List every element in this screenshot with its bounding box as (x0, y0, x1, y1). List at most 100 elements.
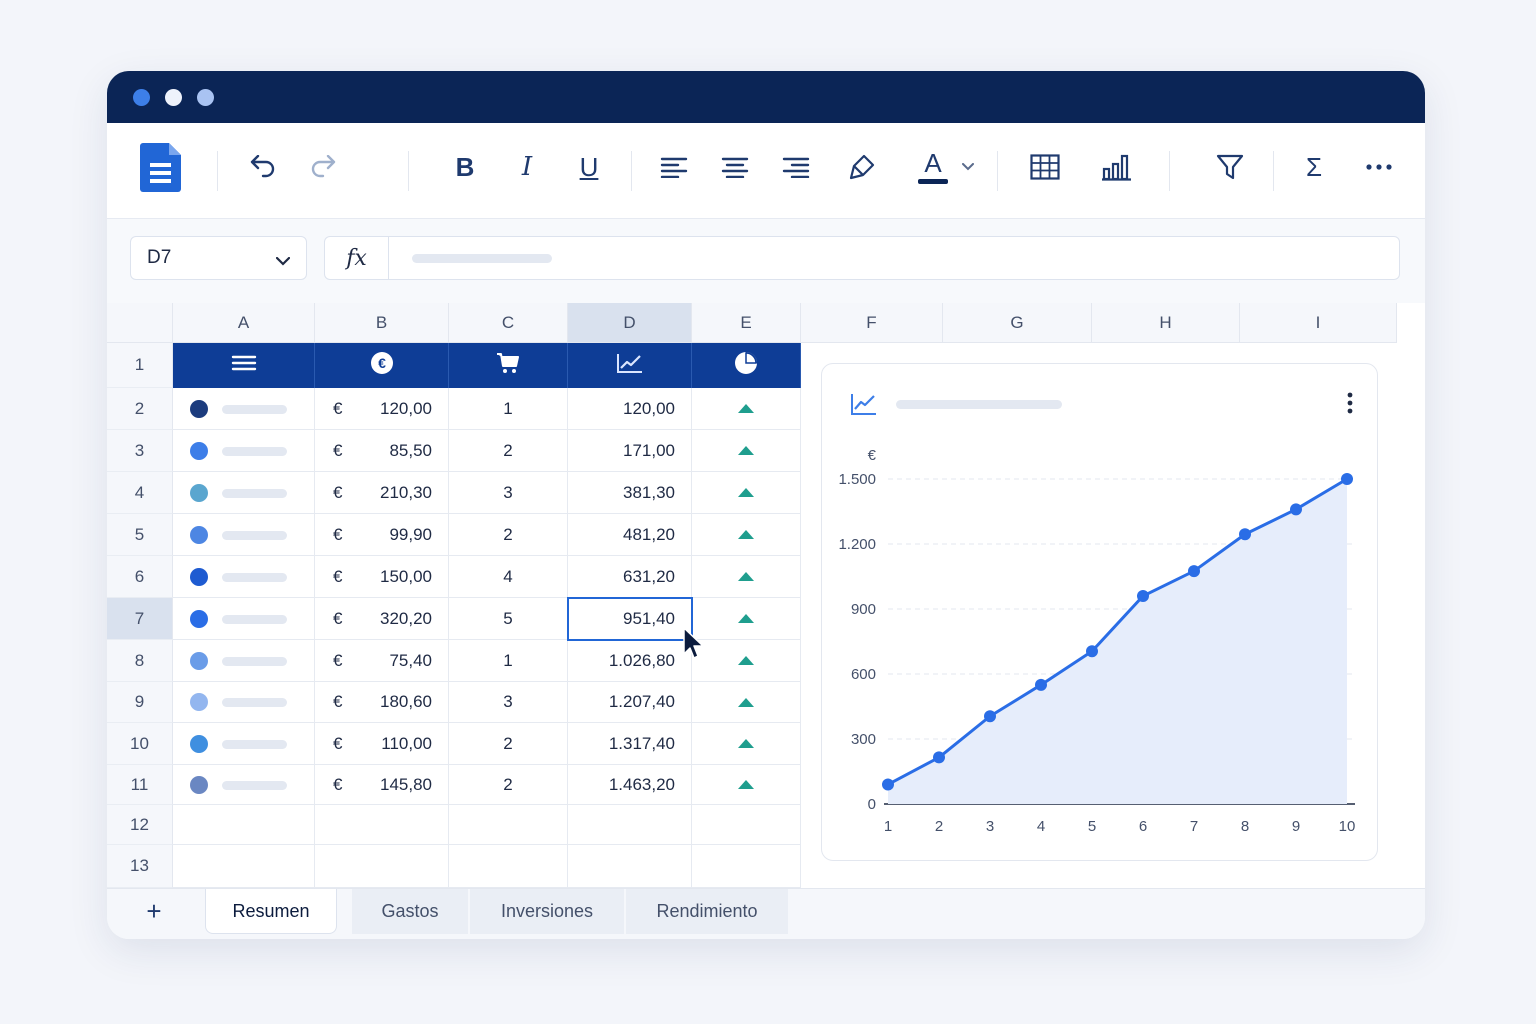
column-header-c[interactable]: C (449, 303, 568, 343)
table-cell-name[interactable] (173, 388, 315, 430)
table-cell-qty[interactable]: 5 (449, 598, 568, 640)
table-cell-price[interactable]: €75,40 (315, 640, 449, 682)
formula-input[interactable]: fx (324, 236, 1400, 280)
undo-icon[interactable] (241, 145, 285, 189)
table-cell-name[interactable] (173, 723, 315, 765)
table-icon[interactable] (1023, 145, 1067, 189)
table-cell-trend[interactable] (692, 430, 801, 472)
table-cell-price[interactable]: €320,20 (315, 598, 449, 640)
add-sheet-button[interactable]: + (141, 896, 167, 926)
header-cell-d[interactable] (568, 343, 692, 388)
table-cell-qty[interactable]: 1 (449, 388, 568, 430)
header-cell-c[interactable] (449, 343, 568, 388)
empty-cell[interactable] (692, 845, 801, 888)
column-header-h[interactable]: H (1092, 303, 1240, 343)
name-box[interactable]: D7 (130, 236, 307, 280)
row-header-1[interactable]: 1 (107, 343, 173, 388)
column-header-g[interactable]: G (943, 303, 1092, 343)
empty-cell[interactable] (315, 845, 449, 888)
column-header-a[interactable]: A (173, 303, 315, 343)
italic-button[interactable]: I (505, 145, 549, 189)
table-cell-trend[interactable] (692, 682, 801, 723)
table-cell-qty[interactable]: 2 (449, 765, 568, 805)
chart-icon[interactable] (1095, 145, 1139, 189)
column-header-e[interactable]: E (692, 303, 801, 343)
empty-cell[interactable] (692, 805, 801, 845)
header-cell-b[interactable]: € (315, 343, 449, 388)
align-left-icon[interactable] (652, 145, 696, 189)
table-cell-trend[interactable] (692, 640, 801, 682)
column-header-d[interactable]: D (568, 303, 692, 343)
table-cell-total[interactable]: 120,00 (568, 388, 692, 430)
table-cell-qty[interactable]: 2 (449, 723, 568, 765)
table-cell-trend[interactable] (692, 472, 801, 514)
table-cell-total[interactable]: 481,20 (568, 514, 692, 556)
empty-cell[interactable] (449, 845, 568, 888)
table-cell-trend[interactable] (692, 388, 801, 430)
row-header-13[interactable]: 13 (107, 845, 173, 888)
row-header-9[interactable]: 9 (107, 682, 173, 723)
table-cell-name[interactable] (173, 556, 315, 598)
table-cell-qty[interactable]: 2 (449, 430, 568, 472)
tab-gastos[interactable]: Gastos (352, 889, 468, 934)
more-options-icon[interactable] (1357, 145, 1401, 189)
table-cell-name[interactable] (173, 682, 315, 723)
row-header-8[interactable]: 8 (107, 640, 173, 682)
table-cell-price[interactable]: €120,00 (315, 388, 449, 430)
empty-cell[interactable] (173, 805, 315, 845)
table-cell-price[interactable]: €180,60 (315, 682, 449, 723)
redo-icon[interactable] (301, 145, 345, 189)
table-cell-name[interactable] (173, 472, 315, 514)
table-cell-qty[interactable]: 4 (449, 556, 568, 598)
row-header-11[interactable]: 11 (107, 765, 173, 805)
table-cell-qty[interactable]: 3 (449, 682, 568, 723)
tab-inversiones[interactable]: Inversiones (470, 889, 624, 934)
chart-card[interactable]: 0 300 600 900 1.200 1.500 €1 2 3 4 5 6 7 8 9 10 (821, 363, 1378, 861)
table-cell-price[interactable]: €150,00 (315, 556, 449, 598)
window-minimize-dot[interactable] (165, 89, 182, 106)
row-header-7[interactable]: 7 (107, 598, 173, 640)
table-cell-trend[interactable] (692, 514, 801, 556)
table-cell-trend[interactable] (692, 598, 801, 640)
tab-rendimiento[interactable]: Rendimiento (626, 889, 788, 934)
window-close-dot[interactable] (133, 89, 150, 106)
table-cell-total[interactable]: 171,00 (568, 430, 692, 472)
empty-cell[interactable] (173, 845, 315, 888)
table-cell-total[interactable]: 1.207,40 (568, 682, 692, 723)
table-cell-total[interactable]: 381,30 (568, 472, 692, 514)
empty-cell[interactable] (568, 805, 692, 845)
row-header-4[interactable]: 4 (107, 472, 173, 514)
table-cell-qty[interactable]: 1 (449, 640, 568, 682)
align-right-icon[interactable] (774, 145, 818, 189)
underline-button[interactable]: U (567, 145, 611, 189)
row-header-3[interactable]: 3 (107, 430, 173, 472)
select-all-corner[interactable] (107, 303, 173, 343)
column-header-i[interactable]: I (1240, 303, 1397, 343)
table-cell-name[interactable] (173, 598, 315, 640)
header-cell-e[interactable] (692, 343, 801, 388)
table-cell-name[interactable] (173, 640, 315, 682)
row-header-12[interactable]: 12 (107, 805, 173, 845)
table-cell-trend[interactable] (692, 556, 801, 598)
empty-cell[interactable] (568, 845, 692, 888)
table-cell-qty[interactable]: 3 (449, 472, 568, 514)
table-cell-total[interactable]: 1.026,80 (568, 640, 692, 682)
table-cell-total[interactable]: 1.463,20 (568, 765, 692, 805)
paint-format-icon[interactable] (840, 145, 884, 189)
table-cell-total[interactable]: 1.317,40 (568, 723, 692, 765)
column-header-f[interactable]: F (801, 303, 943, 343)
align-center-icon[interactable] (713, 145, 757, 189)
table-cell-trend[interactable] (692, 765, 801, 805)
sum-button[interactable]: Σ (1292, 145, 1336, 189)
chevron-down-icon[interactable] (953, 145, 983, 189)
table-cell-trend[interactable] (692, 723, 801, 765)
window-maximize-dot[interactable] (197, 89, 214, 106)
font-color-button[interactable]: A (911, 145, 955, 189)
table-cell-price[interactable]: €110,00 (315, 723, 449, 765)
table-cell-price[interactable]: €210,30 (315, 472, 449, 514)
table-cell-name[interactable] (173, 765, 315, 805)
row-header-5[interactable]: 5 (107, 514, 173, 556)
header-cell-a[interactable] (173, 343, 315, 388)
table-cell-price[interactable]: €145,80 (315, 765, 449, 805)
tab-resumen[interactable]: Resumen (205, 889, 337, 934)
